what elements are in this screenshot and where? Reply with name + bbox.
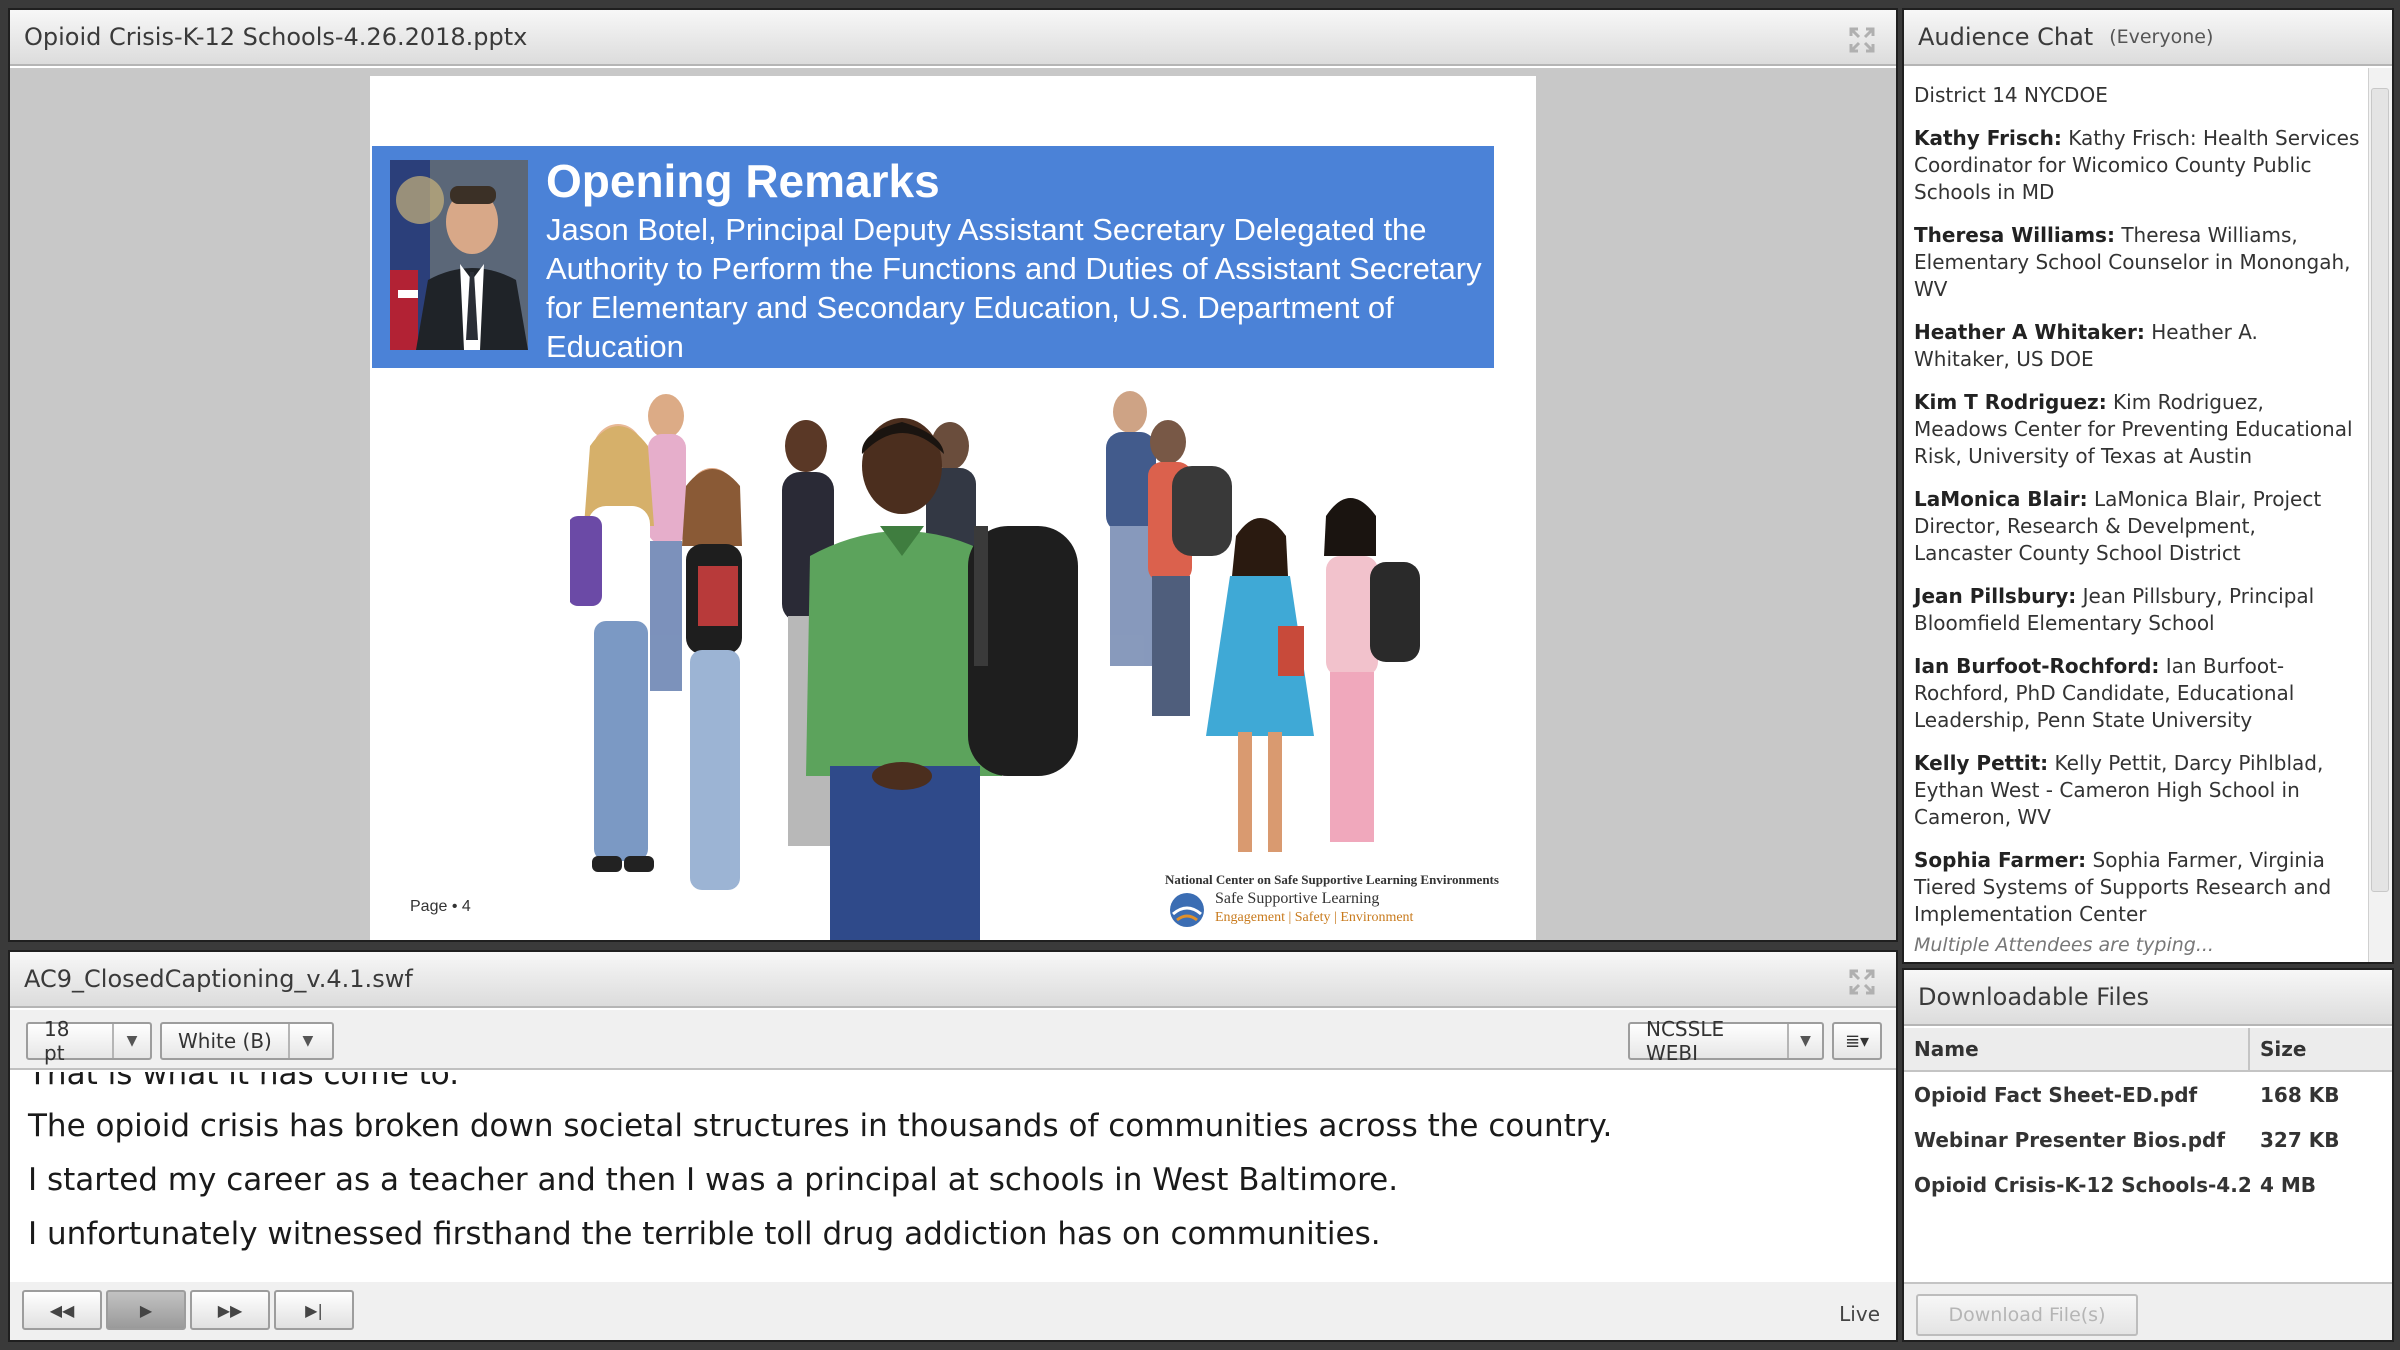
chat-messages: District 14 NYCDOE Kathy Frisch: Kathy F… (1904, 68, 2370, 962)
chat-message: LaMonica Blair: LaMonica Blair, Project … (1914, 486, 2360, 567)
chat-pod-title: Audience Chat (1918, 23, 2094, 51)
globe-logo-icon (1170, 893, 1204, 927)
logo-tagline: Safe Supportive Learning (1215, 890, 1380, 907)
chat-sender: Jean Pillsbury: (1914, 584, 2077, 608)
file-row[interactable]: Opioid Fact Sheet-ED.pdf 168 KB (1904, 1072, 2392, 1117)
slide-page-number: Page • 4 (410, 898, 471, 915)
caption-line: I unfortunately witnessed firsthand the … (28, 1216, 1381, 1252)
files-pod: Downloadable Files Name Size Opioid Fact… (1902, 968, 2394, 1342)
chat-message: Heather A Whitaker: Heather A. Whitaker,… (1914, 319, 2360, 373)
caption-channel-value: NCSSLE WEBI (1630, 1017, 1790, 1065)
ncssle-logo: National Center on Safe Supportive Learn… (1165, 872, 1535, 940)
chat-message: Theresa Williams: Theresa Williams, Elem… (1914, 222, 2360, 303)
files-table: Name Size Opioid Fact Sheet-ED.pdf 168 K… (1904, 1028, 2392, 1207)
caption-transcript: That is what it has come to. The opioid … (10, 1072, 1896, 1272)
fast-forward-button[interactable]: ▶▶ (190, 1290, 270, 1330)
chat-message: Ian Burfoot-Rochford: Ian Burfoot-Rochfo… (1914, 653, 2360, 734)
expand-icon[interactable] (1848, 26, 1876, 54)
file-row[interactable]: Opioid Crisis-K-12 Schools-4.26.2018.ppt… (1904, 1162, 2392, 1207)
file-name: Opioid Crisis-K-12 Schools-4.26.2018.ppt… (1914, 1172, 2250, 1197)
chat-message: Sophia Farmer: Sophia Farmer, Virginia T… (1914, 847, 2360, 928)
chat-message: Kelly Pettit: Kelly Pettit, Darcy Pihlbl… (1914, 750, 2360, 831)
chat-sender: Sophia Farmer: (1914, 848, 2087, 872)
column-header-size[interactable]: Size (2250, 1028, 2390, 1070)
chat-sender: LaMonica Blair: (1914, 487, 2088, 511)
logo-org-name: National Center on Safe Supportive Learn… (1165, 872, 1499, 887)
skip-to-end-button[interactable]: ▶| (274, 1290, 354, 1330)
chat-message-text: District 14 NYCDOE (1914, 83, 2108, 107)
chat-sender: Theresa Williams: (1914, 223, 2115, 247)
chat-scope: (Everyone) (2109, 26, 2214, 48)
typing-indicator: Multiple Attendees are typing... (1914, 934, 2214, 956)
files-table-header: Name Size (1904, 1028, 2392, 1072)
captioning-toolbar: 18 pt ▼ White (B) ▼ NCSSLE WEBI ▼ ≣▾ (10, 1010, 1896, 1070)
slide-title-banner: Opening Remarks Jason Botel, Principal D… (372, 146, 1494, 368)
caption-line: I started my career as a teacher and the… (28, 1162, 1399, 1198)
file-size: 327 KB (2260, 1127, 2340, 1152)
font-size-dropdown[interactable]: 18 pt ▼ (26, 1017, 152, 1065)
skip-end-icon: ▶| (305, 1300, 323, 1320)
share-pod-header: Opioid Crisis-K-12 Schools-4.26.2018.ppt… (10, 10, 1896, 66)
presentation-slide: Opening Remarks Jason Botel, Principal D… (370, 76, 1536, 940)
options-menu-button[interactable]: ≣▾ (1832, 1022, 1882, 1060)
chat-message: District 14 NYCDOE (1914, 82, 2360, 109)
chat-scrollbar[interactable] (2368, 68, 2392, 962)
rewind-button[interactable]: ◀◀ (22, 1290, 102, 1330)
share-pod: Opioid Crisis-K-12 Schools-4.26.2018.ppt… (8, 8, 1898, 942)
file-name: Opioid Fact Sheet-ED.pdf (1914, 1082, 2198, 1107)
chat-sender: Kim T Rodriguez: (1914, 390, 2107, 414)
caption-channel-dropdown[interactable]: NCSSLE WEBI ▼ (1628, 1017, 1824, 1065)
caption-color-value: White (B) (162, 1024, 290, 1058)
slide-subtitle: Jason Botel, Principal Deputy Assistant … (546, 212, 1482, 364)
play-icon: ▶ (139, 1300, 153, 1320)
rewind-icon: ◀◀ (49, 1300, 75, 1320)
file-row[interactable]: Webinar Presenter Bios.pdf 327 KB (1904, 1117, 2392, 1162)
slide-title: Opening Remarks (546, 155, 940, 207)
shared-content-area: Opening Remarks Jason Botel, Principal D… (10, 68, 1896, 940)
chevron-down-icon: ▼ (126, 1033, 138, 1049)
students-photo (570, 391, 1420, 940)
menu-icon: ≣▾ (1844, 1030, 1870, 1052)
file-size: 168 KB (2260, 1082, 2340, 1107)
chat-sender: Ian Burfoot-Rochford: (1914, 654, 2160, 678)
meeting-room: Opioid Crisis-K-12 Schools-4.26.2018.ppt… (0, 0, 2400, 1350)
share-pod-title: Opioid Crisis-K-12 Schools-4.26.2018.ppt… (24, 23, 528, 51)
column-header-name[interactable]: Name (1904, 1028, 2250, 1070)
chat-scrollbar-thumb[interactable] (2371, 88, 2389, 892)
file-name: Webinar Presenter Bios.pdf (1914, 1127, 2226, 1152)
chat-message: Kim T Rodriguez: Kim Rodriguez, Meadows … (1914, 389, 2360, 470)
caption-line: That is what it has come to. (28, 1072, 460, 1092)
chat-message: Kathy Frisch: Kathy Frisch: Health Servi… (1914, 125, 2360, 206)
download-files-button[interactable]: Download File(s) (1916, 1294, 2138, 1336)
captioning-pod: AC9_ClosedCaptioning_v.4.1.swf 18 pt ▼ W… (8, 950, 1898, 1342)
files-pod-header: Downloadable Files (1904, 970, 2392, 1026)
captioning-pod-title: AC9_ClosedCaptioning_v.4.1.swf (24, 965, 413, 993)
files-footer: Download File(s) (1904, 1282, 2392, 1340)
chat-message: Jean Pillsbury: Jean Pillsbury, Principa… (1914, 583, 2360, 637)
chat-pod: Audience Chat (Everyone) District 14 NYC… (1902, 8, 2394, 964)
chevron-down-icon: ▼ (302, 1033, 314, 1049)
caption-line: The opioid crisis has broken down societ… (28, 1108, 1613, 1144)
caption-playback-controls: ◀◀ ▶ ▶▶ ▶| Live (10, 1282, 1896, 1340)
captioning-pod-header: AC9_ClosedCaptioning_v.4.1.swf (10, 952, 1896, 1008)
font-size-value: 18 pt (28, 1017, 115, 1065)
chevron-down-icon: ▼ (1800, 1033, 1811, 1049)
logo-subtagline: Engagement | Safety | Environment (1215, 910, 1414, 925)
chat-sender: Heather A Whitaker: (1914, 320, 2145, 344)
live-label[interactable]: Live (1839, 1302, 1880, 1326)
caption-color-dropdown[interactable]: White (B) ▼ (160, 1022, 334, 1060)
fast-forward-icon: ▶▶ (217, 1300, 243, 1320)
chat-sender: Kathy Frisch: (1914, 126, 2062, 150)
file-size: 4 MB (2260, 1172, 2317, 1197)
expand-icon[interactable] (1848, 968, 1876, 996)
files-pod-title: Downloadable Files (1918, 983, 2149, 1011)
chat-pod-header: Audience Chat (Everyone) (1904, 10, 2392, 66)
speaker-photo (390, 160, 528, 350)
chat-sender: Kelly Pettit: (1914, 751, 2049, 775)
play-button[interactable]: ▶ (106, 1290, 186, 1330)
